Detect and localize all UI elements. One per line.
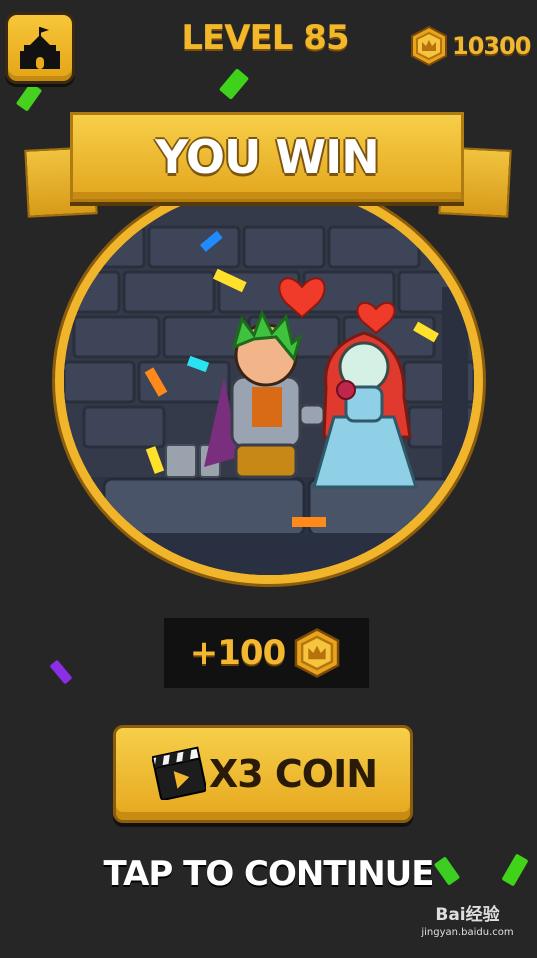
- banner-title: YOU WIN: [155, 130, 379, 184]
- confetti: [15, 82, 43, 112]
- coin-icon: [411, 25, 447, 67]
- watermark: Bai经验 jingyan.baidu.com: [410, 900, 525, 938]
- you-win-banner: YOU WIN: [70, 112, 464, 202]
- x3-coin-button[interactable]: X3 COIN: [113, 725, 413, 823]
- reward-display: +100: [164, 618, 369, 688]
- confetti: [49, 659, 73, 685]
- tap-to-continue[interactable]: TAP TO CONTINUE: [0, 854, 537, 894]
- victory-scene: [55, 178, 483, 584]
- level-title: LEVEL 85: [181, 18, 349, 58]
- video-clapper-icon: [152, 746, 206, 800]
- x3-coin-label: X3 COIN: [208, 752, 378, 796]
- watermark-main: Bai经验: [435, 905, 500, 925]
- scene-illustration: [64, 187, 474, 575]
- home-button[interactable]: [5, 12, 75, 84]
- confetti: [218, 68, 250, 100]
- castle-icon: [20, 27, 60, 69]
- coin-icon: [294, 628, 340, 678]
- watermark-sub: jingyan.baidu.com: [421, 927, 514, 938]
- coin-total-amount: 10300: [452, 32, 531, 60]
- coin-total: 10300: [408, 24, 531, 68]
- reward-amount: +100: [189, 633, 286, 673]
